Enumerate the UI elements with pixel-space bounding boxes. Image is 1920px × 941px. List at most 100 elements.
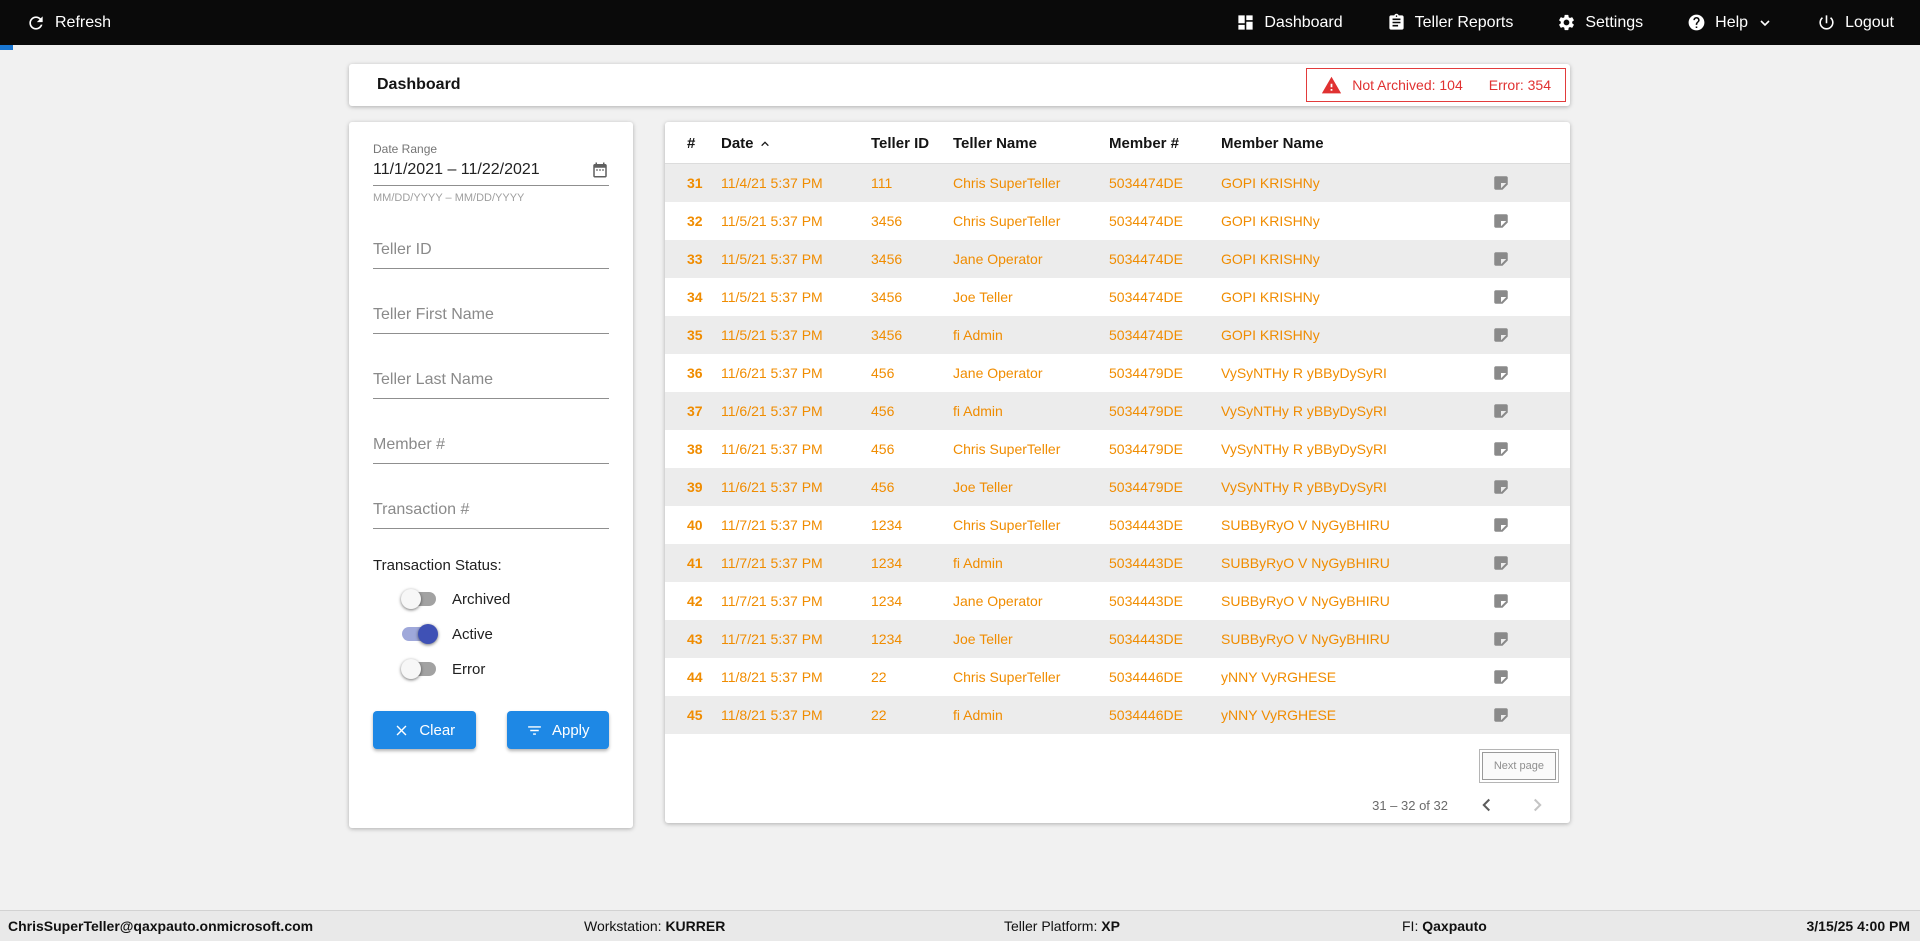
table-row[interactable]: 33 11/5/21 5:37 PM 3456 Jane Operator 50…: [665, 240, 1570, 278]
note-icon[interactable]: [1490, 592, 1550, 610]
clear-button-label: Clear: [419, 722, 455, 739]
member-name-cell: GOPI KRISHNy: [1221, 175, 1490, 191]
archived-toggle[interactable]: [401, 589, 438, 609]
table-row[interactable]: 43 11/7/21 5:37 PM 1234 Joe Teller 50344…: [665, 620, 1570, 658]
active-toggle[interactable]: [401, 624, 438, 644]
row-number-cell: 33: [687, 251, 721, 267]
teller-id-cell: 1234: [871, 631, 953, 647]
alert-error: Error: 354: [1489, 77, 1551, 93]
nav-item-help[interactable]: Help: [1687, 13, 1773, 32]
teller-name-cell: fi Admin: [953, 327, 1109, 343]
date-cell: 11/5/21 5:37 PM: [721, 327, 871, 343]
note-icon[interactable]: [1490, 212, 1550, 230]
note-icon[interactable]: [1490, 440, 1550, 458]
clear-button[interactable]: Clear: [373, 711, 476, 749]
row-number-cell: 37: [687, 403, 721, 419]
datetime: 3/15/25 4:00 PM: [1806, 911, 1910, 941]
table-row[interactable]: 34 11/5/21 5:37 PM 3456 Joe Teller 50344…: [665, 278, 1570, 316]
teller-name-cell: Joe Teller: [953, 631, 1109, 647]
table-row[interactable]: 40 11/7/21 5:37 PM 1234 Chris SuperTelle…: [665, 506, 1570, 544]
next-page-button[interactable]: Next page: [1482, 752, 1556, 780]
note-icon[interactable]: [1490, 630, 1550, 648]
table-row[interactable]: 42 11/7/21 5:37 PM 1234 Jane Operator 50…: [665, 582, 1570, 620]
col-member-name[interactable]: Member Name: [1221, 135, 1490, 152]
note-icon[interactable]: [1490, 326, 1550, 344]
table-row[interactable]: 41 11/7/21 5:37 PM 1234 fi Admin 5034443…: [665, 544, 1570, 582]
teller-id-cell: 456: [871, 403, 953, 419]
member-name-cell: GOPI KRISHNy: [1221, 251, 1490, 267]
teller-id-cell: 111: [871, 175, 953, 191]
date-range-input[interactable]: [373, 161, 573, 179]
nav-label: Logout: [1845, 14, 1894, 32]
table-row[interactable]: 38 11/6/21 5:37 PM 456 Chris SuperTeller…: [665, 430, 1570, 468]
date-range-hint: MM/DD/YYYY – MM/DD/YYYY: [373, 192, 609, 204]
error-toggle[interactable]: [401, 659, 438, 679]
col-date[interactable]: Date: [721, 135, 871, 152]
teller-last-name-input[interactable]: [373, 363, 609, 399]
nav-item-logout[interactable]: Logout: [1817, 13, 1894, 32]
teller-id-cell: 3456: [871, 213, 953, 229]
help-icon: [1687, 13, 1706, 32]
col-teller-id[interactable]: Teller ID: [871, 135, 953, 152]
chevron-left-icon[interactable]: [1476, 794, 1498, 816]
row-number-cell: 43: [687, 631, 721, 647]
date-cell: 11/7/21 5:37 PM: [721, 593, 871, 609]
member-number-cell: 5034479DE: [1109, 479, 1221, 495]
apply-button-label: Apply: [552, 722, 590, 739]
member-number-cell: 5034479DE: [1109, 441, 1221, 457]
table-row[interactable]: 31 11/4/21 5:37 PM 111 Chris SuperTeller…: [665, 164, 1570, 202]
nav-item-dashboard[interactable]: Dashboard: [1236, 13, 1342, 32]
note-icon[interactable]: [1490, 554, 1550, 572]
col-teller-name[interactable]: Teller Name: [953, 135, 1109, 152]
note-icon[interactable]: [1490, 288, 1550, 306]
active-toggle-label: Active: [452, 626, 493, 643]
chevron-right-icon[interactable]: [1526, 794, 1548, 816]
note-icon[interactable]: [1490, 402, 1550, 420]
user-email: ChrisSuperTeller@qaxpauto.onmicrosoft.co…: [8, 911, 313, 941]
date-cell: 11/7/21 5:37 PM: [721, 517, 871, 533]
note-icon[interactable]: [1490, 668, 1550, 686]
nav-item-settings[interactable]: Settings: [1557, 13, 1643, 32]
note-icon[interactable]: [1490, 706, 1550, 724]
note-icon[interactable]: [1490, 516, 1550, 534]
toggle-knob: [401, 659, 421, 679]
nav-item-teller-reports[interactable]: Teller Reports: [1387, 13, 1514, 32]
teller-name-cell: Chris SuperTeller: [953, 669, 1109, 685]
transaction-number-input[interactable]: [373, 493, 609, 529]
calendar-icon[interactable]: [591, 161, 609, 179]
member-number-cell: 5034474DE: [1109, 251, 1221, 267]
col-number[interactable]: #: [687, 135, 721, 152]
topbar: Refresh Dashboard Teller Reports Setting…: [0, 0, 1920, 45]
toggle-row-error: Error: [401, 659, 609, 679]
table-row[interactable]: 39 11/6/21 5:37 PM 456 Joe Teller 503447…: [665, 468, 1570, 506]
teller-name-cell: Jane Operator: [953, 251, 1109, 267]
member-number-cell: 5034446DE: [1109, 707, 1221, 723]
table-row[interactable]: 32 11/5/21 5:37 PM 3456 Chris SuperTelle…: [665, 202, 1570, 240]
date-cell: 11/6/21 5:37 PM: [721, 365, 871, 381]
table-row[interactable]: 36 11/6/21 5:37 PM 456 Jane Operator 503…: [665, 354, 1570, 392]
note-icon[interactable]: [1490, 250, 1550, 268]
col-member-number[interactable]: Member #: [1109, 135, 1221, 152]
apply-button[interactable]: Apply: [507, 711, 610, 749]
date-cell: 11/6/21 5:37 PM: [721, 441, 871, 457]
teller-id-input[interactable]: [373, 233, 609, 269]
date-range-field: [373, 156, 609, 186]
note-icon[interactable]: [1490, 364, 1550, 382]
fi: FI: Qaxpauto: [1402, 911, 1487, 941]
table-row[interactable]: 37 11/6/21 5:37 PM 456 fi Admin 5034479D…: [665, 392, 1570, 430]
filter-panel: Date Range MM/DD/YYYY – MM/DD/YYYY Trans…: [349, 122, 633, 828]
refresh-button[interactable]: Refresh: [26, 13, 111, 33]
filter-buttons: Clear Apply: [373, 711, 609, 749]
table-row[interactable]: 45 11/8/21 5:37 PM 22 fi Admin 5034446DE…: [665, 696, 1570, 734]
note-icon[interactable]: [1490, 478, 1550, 496]
row-number-cell: 44: [687, 669, 721, 685]
table-row[interactable]: 44 11/8/21 5:37 PM 22 Chris SuperTeller …: [665, 658, 1570, 696]
note-icon[interactable]: [1490, 174, 1550, 192]
date-cell: 11/6/21 5:37 PM: [721, 403, 871, 419]
teller-first-name-input[interactable]: [373, 298, 609, 334]
table-row[interactable]: 35 11/5/21 5:37 PM 3456 fi Admin 5034474…: [665, 316, 1570, 354]
nav-label: Help: [1715, 14, 1748, 32]
row-number-cell: 39: [687, 479, 721, 495]
member-number-input[interactable]: [373, 428, 609, 464]
accent-strip: [0, 45, 13, 50]
